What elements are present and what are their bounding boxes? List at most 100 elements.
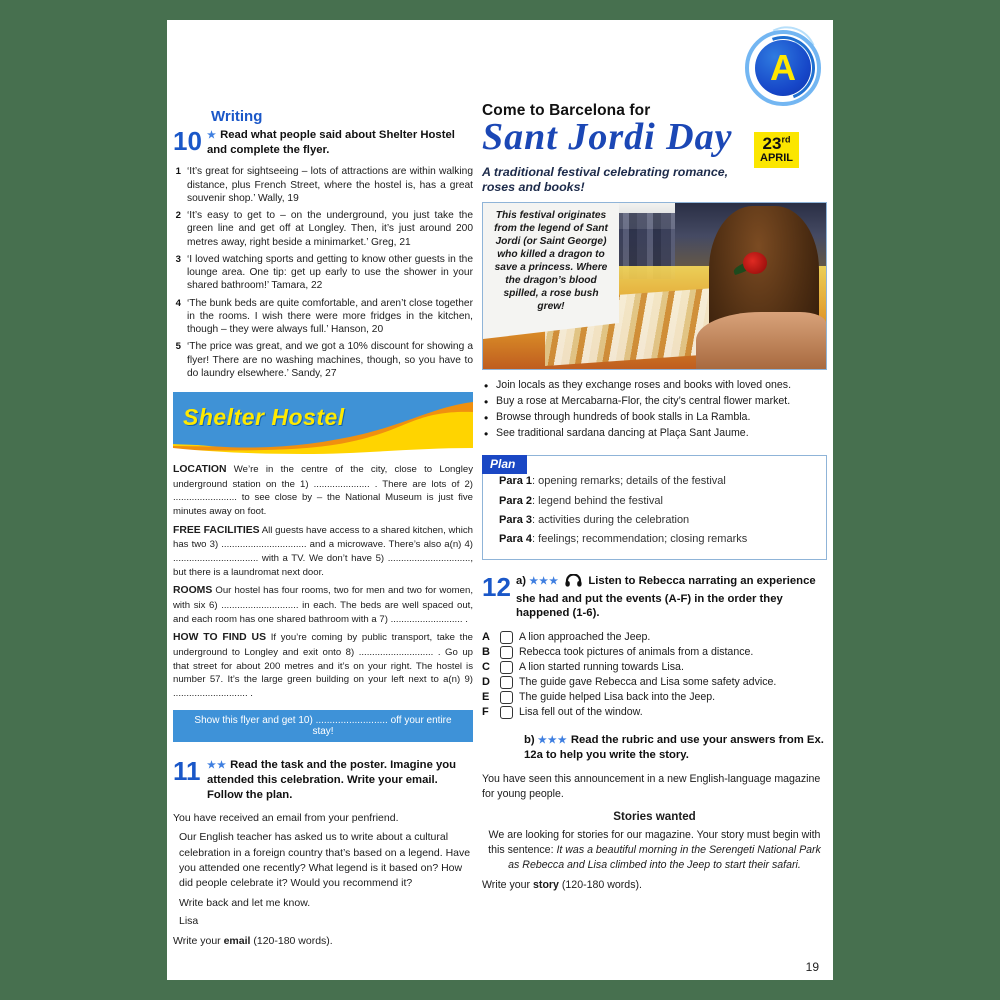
write-story-bold: story <box>533 878 559 891</box>
option-text: A lion approached the Jeep. <box>519 631 651 644</box>
plan-tab-label: Plan <box>482 455 528 475</box>
option-checkbox[interactable] <box>500 630 513 644</box>
plan-row-text: : opening remarks; details of the festiv… <box>532 475 726 488</box>
flyer-header: Shelter Hostel <box>173 392 473 458</box>
quote-number: 5 <box>175 341 181 353</box>
quote-number: 1 <box>175 166 181 178</box>
flyer-rooms-text: Our hostel has four rooms, two for men a… <box>173 585 473 625</box>
quote-number: 4 <box>175 297 181 309</box>
poster-subtitle: A traditional festival celebrating roman… <box>482 164 729 195</box>
poster-bullet: Join locals as they exchange roses and b… <box>482 377 827 395</box>
flyer-find-us-label: HOW TO FIND US <box>173 632 266 644</box>
quote-number: 3 <box>175 253 181 265</box>
quote-item: 4 ‘The bunk beds are quite comfortable, a… <box>173 297 473 337</box>
option-row: D The guide gave Rebecca and Lisa some sa… <box>482 675 827 689</box>
plan-row: Para 1: opening remarks; details of the … <box>499 472 816 491</box>
flyer-facilities: FREE FACILITIES All guests have access t… <box>173 524 473 580</box>
exercise-12b-instruction-wrap: b) ★★★ Read the rubric and use your answ… <box>524 733 827 762</box>
exercise-10-number: 10 <box>173 126 202 156</box>
photo-person-shoulder <box>695 312 826 369</box>
exercise-11-number: 11 <box>173 756 201 787</box>
option-checkbox[interactable] <box>500 660 513 674</box>
page-number: 19 <box>805 960 819 974</box>
rose-bloom <box>743 252 767 274</box>
rubric-intro: You have seen this announcement in a new… <box>482 773 821 801</box>
rubric-sentence: It was a beautiful morning in the Sereng… <box>508 843 821 872</box>
option-row: A A lion approached the Jeep. <box>482 630 827 644</box>
rubric-body: We are looking for stories for our magaz… <box>482 828 827 874</box>
quote-item: 5 ‘The price was great, and we got a 10% … <box>173 340 473 380</box>
exercise-12-write-line: Write your story (120-180 words). <box>482 878 827 893</box>
plan-box: Para 1: opening remarks; details of the … <box>482 455 827 561</box>
poster-date-day-wrap: 23rd <box>760 135 793 152</box>
option-checkbox[interactable] <box>500 705 513 719</box>
poster-date-day: 23 <box>762 134 782 153</box>
option-text: Lisa fell out of the window. <box>519 706 643 719</box>
story-rubric: You have seen this announcement in a new… <box>482 772 827 893</box>
option-row: C A lion started running towards Lisa. <box>482 660 827 674</box>
option-checkbox[interactable] <box>500 690 513 704</box>
email-sender-name: Lisa <box>179 915 199 928</box>
sant-jordi-poster: Come to Barcelona for Sant Jordi Day 23r… <box>482 102 827 443</box>
quote-text: ‘The bunk beds are quite comfortable, an… <box>187 297 473 336</box>
badge-letter: A <box>770 47 796 88</box>
exercise-12b-instruction: Read the rubric and use your answers fro… <box>524 733 824 761</box>
write-story-post: (120-180 words). <box>558 878 642 891</box>
exercise-12b-stars: ★★★ <box>537 734 568 746</box>
plan-row-label: Para 2 <box>499 494 533 507</box>
right-column: Come to Barcelona for Sant Jordi Day 23r… <box>482 102 827 893</box>
write-your-pre: Write your <box>173 935 224 948</box>
exercise-11-stars: ★★ <box>207 760 227 772</box>
poster-date-month: APRIL <box>760 152 793 164</box>
option-row: B Rebecca took pictures of animals from a… <box>482 645 827 659</box>
option-letter: F <box>482 706 489 719</box>
option-letter: E <box>482 691 490 704</box>
option-row: E The guide helped Lisa back into the Jee… <box>482 690 827 704</box>
exercise-10: 10 ★ Read what people said about Shelter… <box>173 128 473 157</box>
exercise-10-quote-list: 1 ‘It’s great for sightseeing – lots of a… <box>173 165 473 380</box>
flyer-facilities-label: FREE FACILITIES <box>173 524 260 536</box>
plan-row: Para 3: activities during the celebratio… <box>499 511 816 530</box>
exercise-12a-stars: ★★★ <box>529 576 560 588</box>
unit-a-badge-icon: A <box>734 20 828 111</box>
option-text: Rebecca took pictures of animals from a … <box>519 646 754 659</box>
rose-icon <box>732 252 767 282</box>
exercise-12: 12 a) ★★★ Listen to Rebecca narrating an… <box>482 573 827 620</box>
exercise-12a-options: A A lion approached the Jeep. B Rebecca too… <box>482 630 827 719</box>
option-letter: C <box>482 661 490 674</box>
flyer-discount-banner: Show this flyer and get 10) ............… <box>173 710 473 743</box>
exercise-12b-spacer <box>482 733 516 762</box>
quote-item: 2 ‘It’s easy to get to – on the undergrou… <box>173 209 473 249</box>
write-your-post: (120-180 words). <box>250 935 333 948</box>
exercise-10-instruction-wrap: ★ Read what people said about Shelter Ho… <box>207 128 473 157</box>
option-checkbox[interactable] <box>500 645 513 659</box>
plan-row-label: Para 4 <box>499 533 533 546</box>
textbook-page: A Writing 10 ★ Read what people said abo… <box>167 20 833 980</box>
option-text: The guide gave Rebecca and Lisa some saf… <box>519 676 777 689</box>
exercise-12b-label: b) <box>524 733 535 746</box>
quote-item: 1 ‘It’s great for sightseeing – lots of a… <box>173 165 473 205</box>
rubric-header: Stories wanted <box>613 809 696 823</box>
plan-row: Para 2: legend behind the festival <box>499 492 816 511</box>
badge-disc: A <box>755 40 811 96</box>
poster-bullet: See traditional sardana dancing at Plaça… <box>482 425 827 443</box>
flyer-rooms-label: ROOMS <box>173 585 213 597</box>
exercise-11-write-line: Write your email (120-180 words). <box>173 934 473 949</box>
poster-date-suffix: rd <box>781 134 791 145</box>
plan-section: Plan Para 1: opening remarks; details of… <box>482 455 827 561</box>
plan-row-text: : legend behind the festival <box>532 494 663 507</box>
poster-date-badge: 23rd APRIL <box>754 132 799 168</box>
exercise-10-instruction: Read what people said about Shelter Host… <box>207 129 455 156</box>
quote-number: 2 <box>175 210 181 221</box>
poster-bullet: Browse through hundreds of book stalls i… <box>482 409 827 427</box>
flyer-title: Shelter Hostel <box>183 404 345 430</box>
exercise-12a-instruction-wrap: a) ★★★ Listen to Rebecca narrating an ex… <box>516 573 827 620</box>
email-signoff: Write back and let me know. <box>179 896 311 909</box>
option-text: A lion started running towards Lisa. <box>519 661 684 674</box>
quote-text: ‘It’s easy to get to – on the undergroun… <box>187 210 473 248</box>
exercise-12a-label: a) <box>516 575 527 588</box>
poster-bullet: Buy a rose at Mercabarna-Flor, the city’… <box>482 393 827 411</box>
option-checkbox[interactable] <box>500 675 513 689</box>
poster-bullet-list: Join locals as they exchange roses and b… <box>482 377 827 443</box>
plan-rows: Para 1: opening remarks; details of the … <box>499 472 816 549</box>
